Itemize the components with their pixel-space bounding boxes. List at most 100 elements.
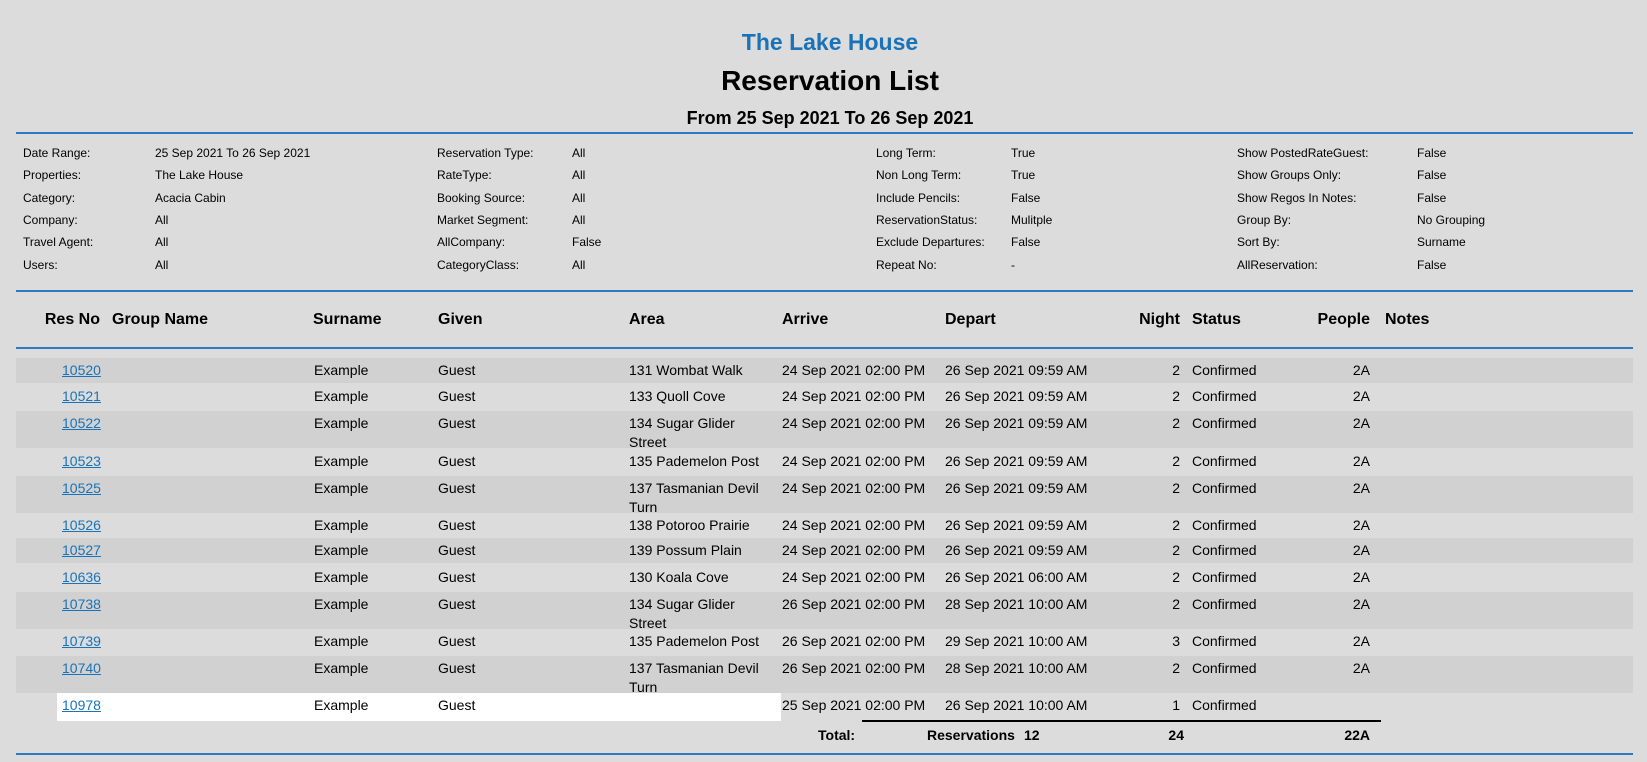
total-reservations-count: 12 <box>1024 727 1040 743</box>
cell-night: 3 <box>1172 633 1180 649</box>
param-value-allcompany: False <box>572 235 602 249</box>
reservation-number-link[interactable]: 10738 <box>62 595 101 614</box>
cell-surname: Example <box>314 633 369 649</box>
cell-area: 131 Wombat Walk <box>629 362 743 378</box>
column-header-area: Area <box>629 311 665 328</box>
cell-arrive: 26 Sep 2021 02:00 PM <box>782 633 926 649</box>
cell-depart: 26 Sep 2021 09:59 AM <box>945 388 1088 404</box>
reservation-number-link[interactable]: 10978 <box>62 696 101 715</box>
cell-arrive: 24 Sep 2021 02:00 PM <box>782 569 926 585</box>
cell-night: 2 <box>1172 517 1180 533</box>
cell-status: Confirmed <box>1192 596 1257 612</box>
reservation-number-link[interactable]: 10527 <box>62 541 101 560</box>
param-value-reservationstatus: Mulitple <box>1011 213 1053 227</box>
cell-surname: Example <box>314 569 369 585</box>
total-people: 22A <box>1344 727 1370 743</box>
total-nights: 24 <box>1168 727 1184 743</box>
cell-status: Confirmed <box>1192 542 1257 558</box>
param-value-showgroupsonly: False <box>1417 168 1447 182</box>
cell-depart: 26 Sep 2021 09:59 AM <box>945 480 1088 496</box>
cell-status: Confirmed <box>1192 517 1257 533</box>
cell-given: Guest <box>438 453 476 469</box>
cell-night: 1 <box>1172 697 1180 713</box>
param-value-category: Acacia Cabin <box>155 191 226 205</box>
param-value-sortby: Surname <box>1417 235 1466 249</box>
param-label-nonlongterm: Non Long Term: <box>876 168 962 182</box>
param-value-groupby: No Grouping <box>1417 213 1486 227</box>
param-label-marketsegment: Market Segment: <box>437 213 529 227</box>
total-divider <box>862 720 1381 722</box>
param-label-repeatno: Repeat No: <box>876 258 937 272</box>
param-label-showregosinnotes: Show Regos In Notes: <box>1237 191 1357 205</box>
cell-given: Guest <box>438 633 476 649</box>
cell-depart: 26 Sep 2021 09:59 AM <box>945 362 1088 378</box>
param-label-company: Company: <box>23 213 78 227</box>
reservation-number-link[interactable]: 10523 <box>62 452 101 471</box>
cell-area: 134 Sugar Glider Street <box>629 415 735 450</box>
cell-night: 2 <box>1172 569 1180 585</box>
cell-surname: Example <box>314 388 369 404</box>
param-value-users: All <box>155 258 169 272</box>
cell-status: Confirmed <box>1192 480 1257 496</box>
reservation-number-link[interactable]: 10526 <box>62 516 101 535</box>
param-value-repeatno: - <box>1011 258 1015 272</box>
cell-given: Guest <box>438 697 476 713</box>
cell-people: 2A <box>1352 415 1370 431</box>
cell-people: 2A <box>1352 633 1370 649</box>
cell-night: 2 <box>1172 415 1180 431</box>
cell-surname: Example <box>314 596 369 612</box>
param-label-showgroupsonly: Show Groups Only: <box>1237 168 1342 182</box>
cell-surname: Example <box>314 415 369 431</box>
reservation-number-link[interactable]: 10520 <box>62 361 101 380</box>
cell-night: 2 <box>1172 542 1180 558</box>
cell-people: 2A <box>1352 480 1370 496</box>
cell-status: Confirmed <box>1192 453 1257 469</box>
param-label-excludedepartures: Exclude Departures: <box>876 235 985 249</box>
param-value-includepencils: False <box>1011 191 1041 205</box>
column-header-res-no: Res No <box>44 311 100 328</box>
reservation-number-link[interactable]: 10740 <box>62 659 101 678</box>
cell-depart: 28 Sep 2021 10:00 AM <box>945 660 1088 676</box>
column-header-people: People <box>1317 311 1370 328</box>
cell-depart: 26 Sep 2021 10:00 AM <box>945 697 1088 713</box>
total-label: Total: <box>818 727 856 743</box>
cell-depart: 26 Sep 2021 09:59 AM <box>945 517 1088 533</box>
param-value-longterm: True <box>1011 146 1036 160</box>
param-value-nonlongterm: True <box>1011 168 1036 182</box>
cell-arrive: 24 Sep 2021 02:00 PM <box>782 542 926 558</box>
cell-arrive: 26 Sep 2021 02:00 PM <box>782 660 926 676</box>
cell-status: Confirmed <box>1192 362 1257 378</box>
reservation-number-link[interactable]: 10739 <box>62 632 101 651</box>
table-row <box>57 693 781 721</box>
param-value-allreservation: False <box>1417 258 1447 272</box>
cell-night: 2 <box>1172 660 1180 676</box>
param-label-bookingsource: Booking Source: <box>437 191 526 205</box>
report-title: Reservation List <box>721 65 939 96</box>
param-value-showregosinnotes: False <box>1417 191 1447 205</box>
property-name: The Lake House <box>741 29 919 55</box>
param-label-users: Users: <box>23 258 58 272</box>
reservation-number-link[interactable]: 10636 <box>62 568 101 587</box>
param-label-longterm: Long Term: <box>876 146 936 160</box>
cell-given: Guest <box>438 517 476 533</box>
cell-surname: Example <box>314 542 369 558</box>
param-label-category: Category: <box>23 191 76 205</box>
param-label-allcompany: AllCompany: <box>437 235 506 249</box>
column-header-group-name: Group Name <box>112 311 209 328</box>
cell-night: 2 <box>1172 453 1180 469</box>
cell-area: 130 Koala Cove <box>629 569 729 585</box>
reservation-number-link[interactable]: 10522 <box>62 414 101 433</box>
param-label-allreservation: AllReservation: <box>1237 258 1318 272</box>
param-value-ratetype: All <box>572 168 586 182</box>
param-label-travelagent: Travel Agent: <box>23 235 94 249</box>
column-header-status: Status <box>1192 311 1241 328</box>
cell-arrive: 24 Sep 2021 02:00 PM <box>782 480 926 496</box>
param-value-properties: The Lake House <box>155 168 244 182</box>
param-value-categoryclass: All <box>572 258 586 272</box>
cell-people: 2A <box>1352 569 1370 585</box>
reservation-number-link[interactable]: 10525 <box>62 479 101 498</box>
cell-arrive: 24 Sep 2021 02:00 PM <box>782 388 926 404</box>
reservation-number-link[interactable]: 10521 <box>62 387 101 406</box>
cell-given: Guest <box>438 596 476 612</box>
param-value-excludedepartures: False <box>1011 235 1041 249</box>
